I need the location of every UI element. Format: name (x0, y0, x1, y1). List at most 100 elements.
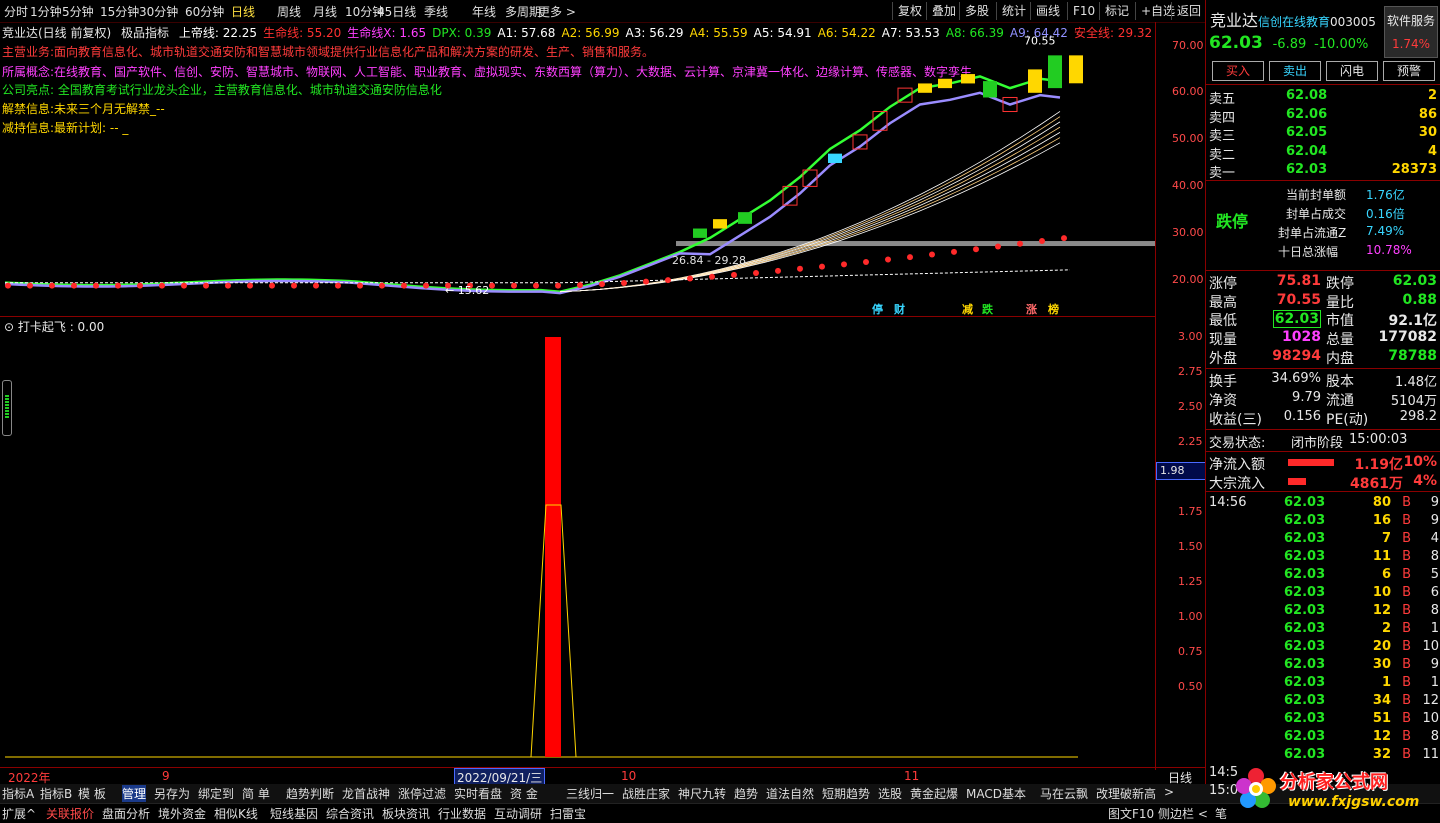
period-tab[interactable]: 分时 (4, 3, 28, 20)
limit-row: 十日总涨幅 10.78% (1206, 243, 1440, 261)
toolbar-button[interactable]: 标记 (1099, 2, 1134, 20)
trade-button[interactable]: 闪电 (1326, 61, 1378, 81)
formula-tab[interactable]: 马在云飘 (1040, 785, 1088, 802)
info-tab[interactable]: 扫雷宝 (550, 805, 586, 822)
divider (1206, 491, 1440, 492)
safety-dot (819, 263, 825, 270)
period-tab[interactable]: 日线 (231, 3, 255, 20)
board-name[interactable]: 信创在线教育 (1258, 15, 1330, 29)
formula-tab[interactable]: 另存为 (154, 785, 190, 802)
formula-tab[interactable]: 模 板 (78, 785, 106, 802)
period-tab[interactable]: 周线 (277, 3, 301, 20)
info-tab[interactable]: 行业数据 (438, 805, 486, 822)
formula-tab[interactable]: > (1164, 785, 1174, 799)
formula-tab[interactable]: 改理破新高 (1096, 785, 1156, 802)
high-annotation: 70.55 (1024, 35, 1056, 48)
period-tab[interactable]: 15分钟 (100, 3, 139, 20)
trade-button[interactable]: 预警 (1383, 61, 1435, 81)
period-tab[interactable]: 60分钟 (185, 3, 224, 20)
formula-tab[interactable]: 指标B (40, 785, 72, 802)
period-tab[interactable]: 30分钟 (139, 3, 178, 20)
period-tab[interactable]: 45日线 (377, 3, 416, 20)
trade-button[interactable]: 买入 (1212, 61, 1264, 81)
period-tab[interactable]: 5分钟 (62, 3, 94, 20)
toolbar-button[interactable]: 多股 (959, 2, 994, 20)
period-tab[interactable]: 1分钟 (30, 3, 62, 20)
formula-tab[interactable]: 趋势 (734, 785, 758, 802)
formula-tab[interactable]: 资 金 (510, 785, 538, 802)
tick-price: 62.03 (1284, 657, 1326, 672)
tick-count: 11 (1422, 747, 1439, 762)
side-tab[interactable]: 笔 (1215, 805, 1227, 822)
formula-tab[interactable]: 神尺九转 (678, 785, 726, 802)
signal-bar[interactable] (545, 337, 561, 757)
formula-tab[interactable]: 涨停过滤 (398, 785, 446, 802)
sub-chart-canvas[interactable] (0, 317, 1155, 767)
sector-box[interactable]: 软件服务 1.74% (1384, 6, 1438, 58)
formula-tab[interactable]: 管理 (122, 785, 147, 802)
tick-row: 62.03 20 B 10 (1206, 639, 1440, 657)
info-tab[interactable]: 短线基因 (270, 805, 318, 822)
toolbar-button[interactable]: 复权 (892, 2, 927, 20)
info-tab[interactable]: 相似K线 (214, 805, 258, 822)
info-tab[interactable]: 盘面分析 (102, 805, 150, 822)
tick-row: 62.03 16 B 9 (1206, 513, 1440, 531)
toolbar-button[interactable]: 画线 (1030, 2, 1065, 20)
watermark-url: www.fxjgsw.com (1288, 794, 1420, 810)
side-tab[interactable]: 侧边栏 < (1158, 805, 1208, 822)
limit-value: 10.78% (1366, 243, 1412, 257)
quote-row: 涨停 75.81 跌停 62.03 (1206, 273, 1440, 292)
formula-tab[interactable]: 道法自然 (766, 785, 814, 802)
sector-pct: 1.74% (1391, 37, 1431, 51)
trade-button[interactable]: 卖出 (1269, 61, 1321, 81)
info-tab[interactable]: 扩展^ (2, 805, 36, 822)
period-tab[interactable]: 季线 (424, 3, 448, 20)
formula-tab[interactable]: 龙首战神 (342, 785, 390, 802)
limit-row: 封单占成交 0.16倍 (1206, 205, 1440, 223)
formula-tab[interactable]: 选股 (878, 785, 902, 802)
tick-side: B (1402, 747, 1411, 762)
formula-tab[interactable]: 简 单 (242, 785, 270, 802)
event-marker[interactable]: 涨 (1026, 302, 1037, 316)
kline-pane[interactable]: 竞业达(日线 前复权) 极品指标 上帝线: 22.25 生命线: 55.20 生命线… (0, 22, 1155, 317)
period-tab[interactable]: 年线 (472, 3, 496, 20)
side-tab[interactable]: 图文F10 (1108, 805, 1154, 822)
info-tab[interactable]: 板块资讯 (382, 805, 430, 822)
formula-tab[interactable]: 实时看盘 (454, 785, 502, 802)
fan-line (559, 116, 1061, 293)
event-marker[interactable]: 停 (872, 302, 883, 316)
period-tab[interactable]: 更多 > (538, 3, 576, 20)
ask-row[interactable]: 卖三 62.05 30 (1206, 125, 1440, 144)
formula-tab[interactable]: MACD基本 (966, 785, 1026, 802)
tick-count: 8 (1430, 729, 1439, 744)
formula-tab[interactable]: 指标A (2, 785, 34, 802)
event-marker[interactable]: 财 (893, 302, 905, 316)
toolbar-button[interactable]: F10 (1067, 2, 1100, 20)
formula-tab[interactable]: 战胜庄家 (622, 785, 670, 802)
formula-tab[interactable]: 黄金起爆 (910, 785, 958, 802)
tick-row: 62.03 6 B 5 (1206, 567, 1440, 585)
formula-tab[interactable]: 短期趋势 (822, 785, 870, 802)
ask-row[interactable]: 卖四 62.06 86 (1206, 107, 1440, 126)
info-tab[interactable]: 综合资讯 (326, 805, 374, 822)
event-marker[interactable]: 跌 (982, 302, 994, 316)
toolbar-button[interactable]: 返回 (1171, 2, 1206, 20)
period-tab[interactable]: 月线 (313, 3, 337, 20)
period-tab[interactable]: 多周期 (505, 3, 541, 20)
event-marker[interactable]: 榜 (1048, 302, 1059, 316)
event-marker[interactable]: 减 (962, 302, 973, 316)
tick-count: 9 (1430, 513, 1439, 528)
indicator-pane[interactable]: ⊙ 打卡起飞 : 0.00 (0, 317, 1155, 767)
kline-canvas[interactable]: 70.55 ← 15.62 26.84 - 29.28 停财 减跌 涨榜 (0, 22, 1155, 316)
info-tab[interactable]: 境外资金 (158, 805, 206, 822)
ask-row[interactable]: 卖五 62.08 2 (1206, 88, 1440, 107)
formula-tab[interactable]: 趋势判断 (286, 785, 334, 802)
formula-tab[interactable]: 三线归一 (566, 785, 614, 802)
toolbar-button[interactable]: 统计 (996, 2, 1031, 20)
info-tab[interactable]: 关联报价 (46, 805, 94, 822)
info-tab[interactable]: 互动调研 (494, 805, 542, 822)
toolbar-button[interactable]: 叠加 (926, 2, 961, 20)
ask-row[interactable]: 卖一 62.03 28373 (1206, 162, 1440, 181)
formula-tab[interactable]: 绑定到 (198, 785, 234, 802)
ask-row[interactable]: 卖二 62.04 4 (1206, 144, 1440, 163)
